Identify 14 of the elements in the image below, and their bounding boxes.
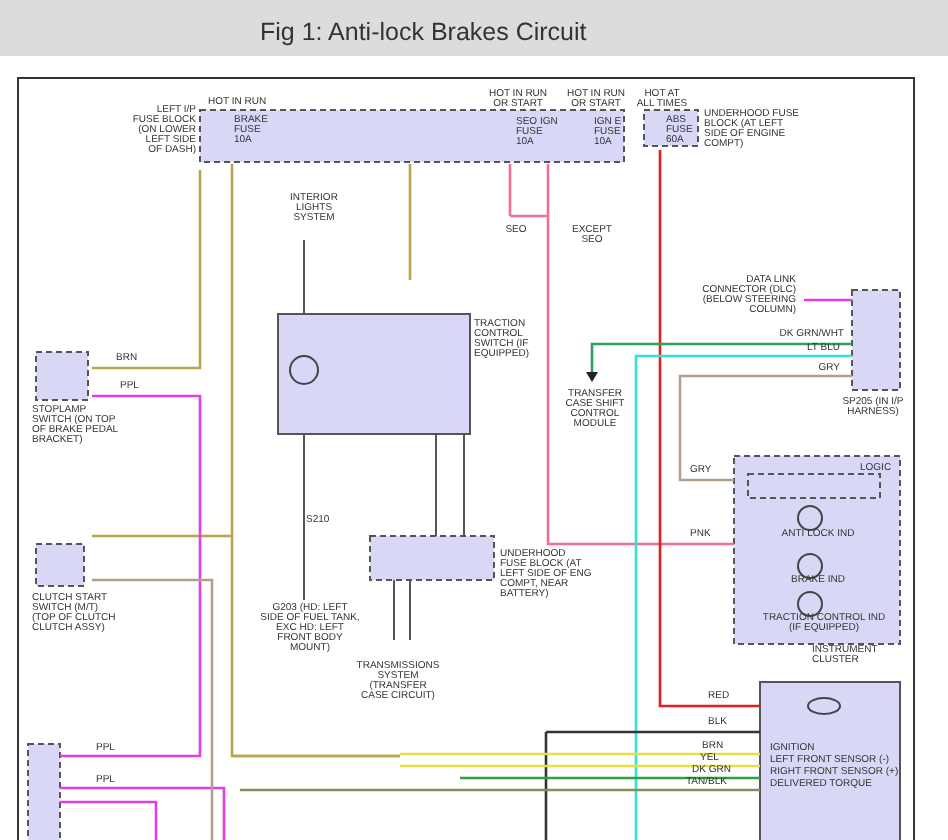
lamp-icon — [797, 505, 823, 531]
lamp-icon — [797, 591, 823, 617]
fuse-block — [369, 535, 495, 581]
splice-pack — [851, 289, 901, 391]
lamp-icon — [797, 553, 823, 579]
connector-block — [27, 743, 61, 840]
switch-module — [35, 351, 89, 401]
switch-module — [35, 543, 85, 587]
figure-title: Fig 1: Anti-lock Brakes Circuit — [260, 18, 587, 46]
motor-icon — [807, 697, 841, 715]
arrow-icon — [586, 372, 598, 382]
fuse-block — [643, 109, 699, 147]
logic-block — [747, 473, 881, 499]
lamp-icon — [289, 355, 319, 385]
